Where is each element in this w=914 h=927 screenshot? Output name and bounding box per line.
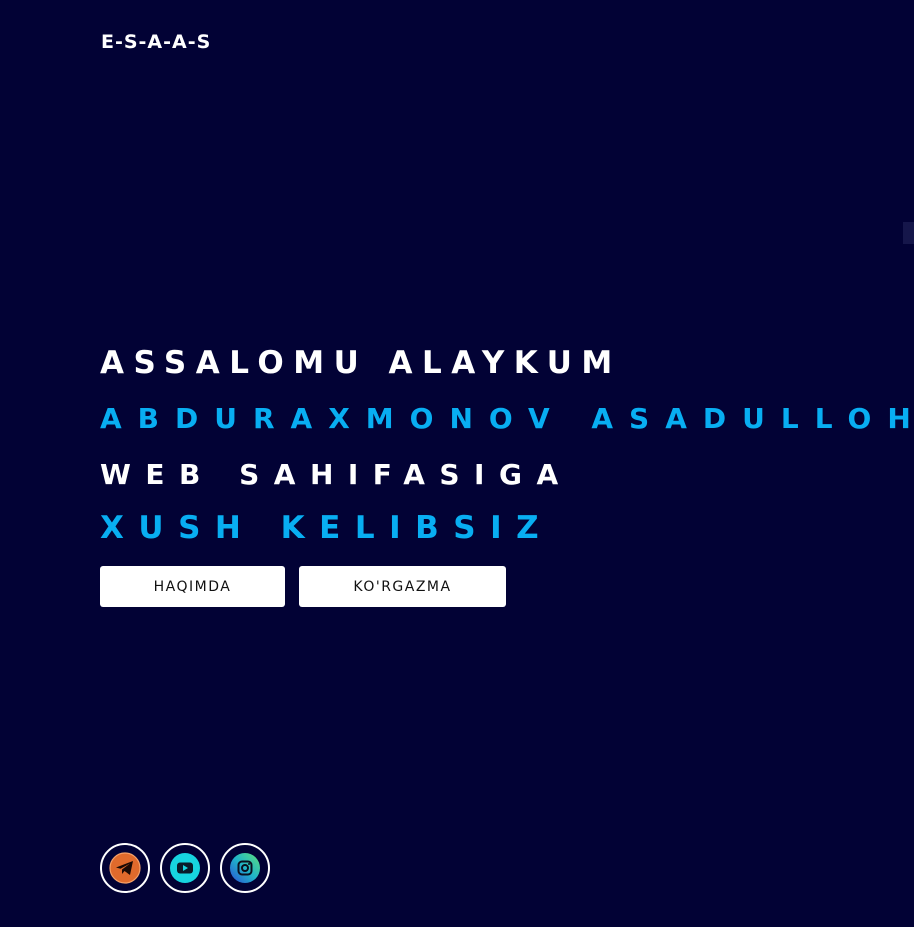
page: E-S-A-A-S ASSALOMU ALAYKUM ABDURAXMONOV … <box>0 0 914 927</box>
instagram-icon <box>230 853 260 883</box>
scroll-marker <box>903 222 914 244</box>
youtube-link[interactable] <box>160 843 210 893</box>
site-logo[interactable]: E-S-A-A-S <box>101 30 211 54</box>
instagram-link[interactable] <box>220 843 270 893</box>
greeting-heading: ASSALOMU ALAYKUM <box>100 345 622 381</box>
telegram-link[interactable] <box>100 843 150 893</box>
about-button[interactable]: HAQIMDA <box>100 566 285 607</box>
site-heading: WEB SAHIFASIGA <box>100 458 573 491</box>
youtube-icon <box>170 853 200 883</box>
welcome-heading: XUSH KELIBSIZ <box>100 510 554 546</box>
telegram-icon <box>109 852 141 884</box>
exhibit-button[interactable]: KO'RGAZMA <box>299 566 506 607</box>
owner-name-heading: ABDURAXMONOV ASADULLOH <box>100 402 914 435</box>
